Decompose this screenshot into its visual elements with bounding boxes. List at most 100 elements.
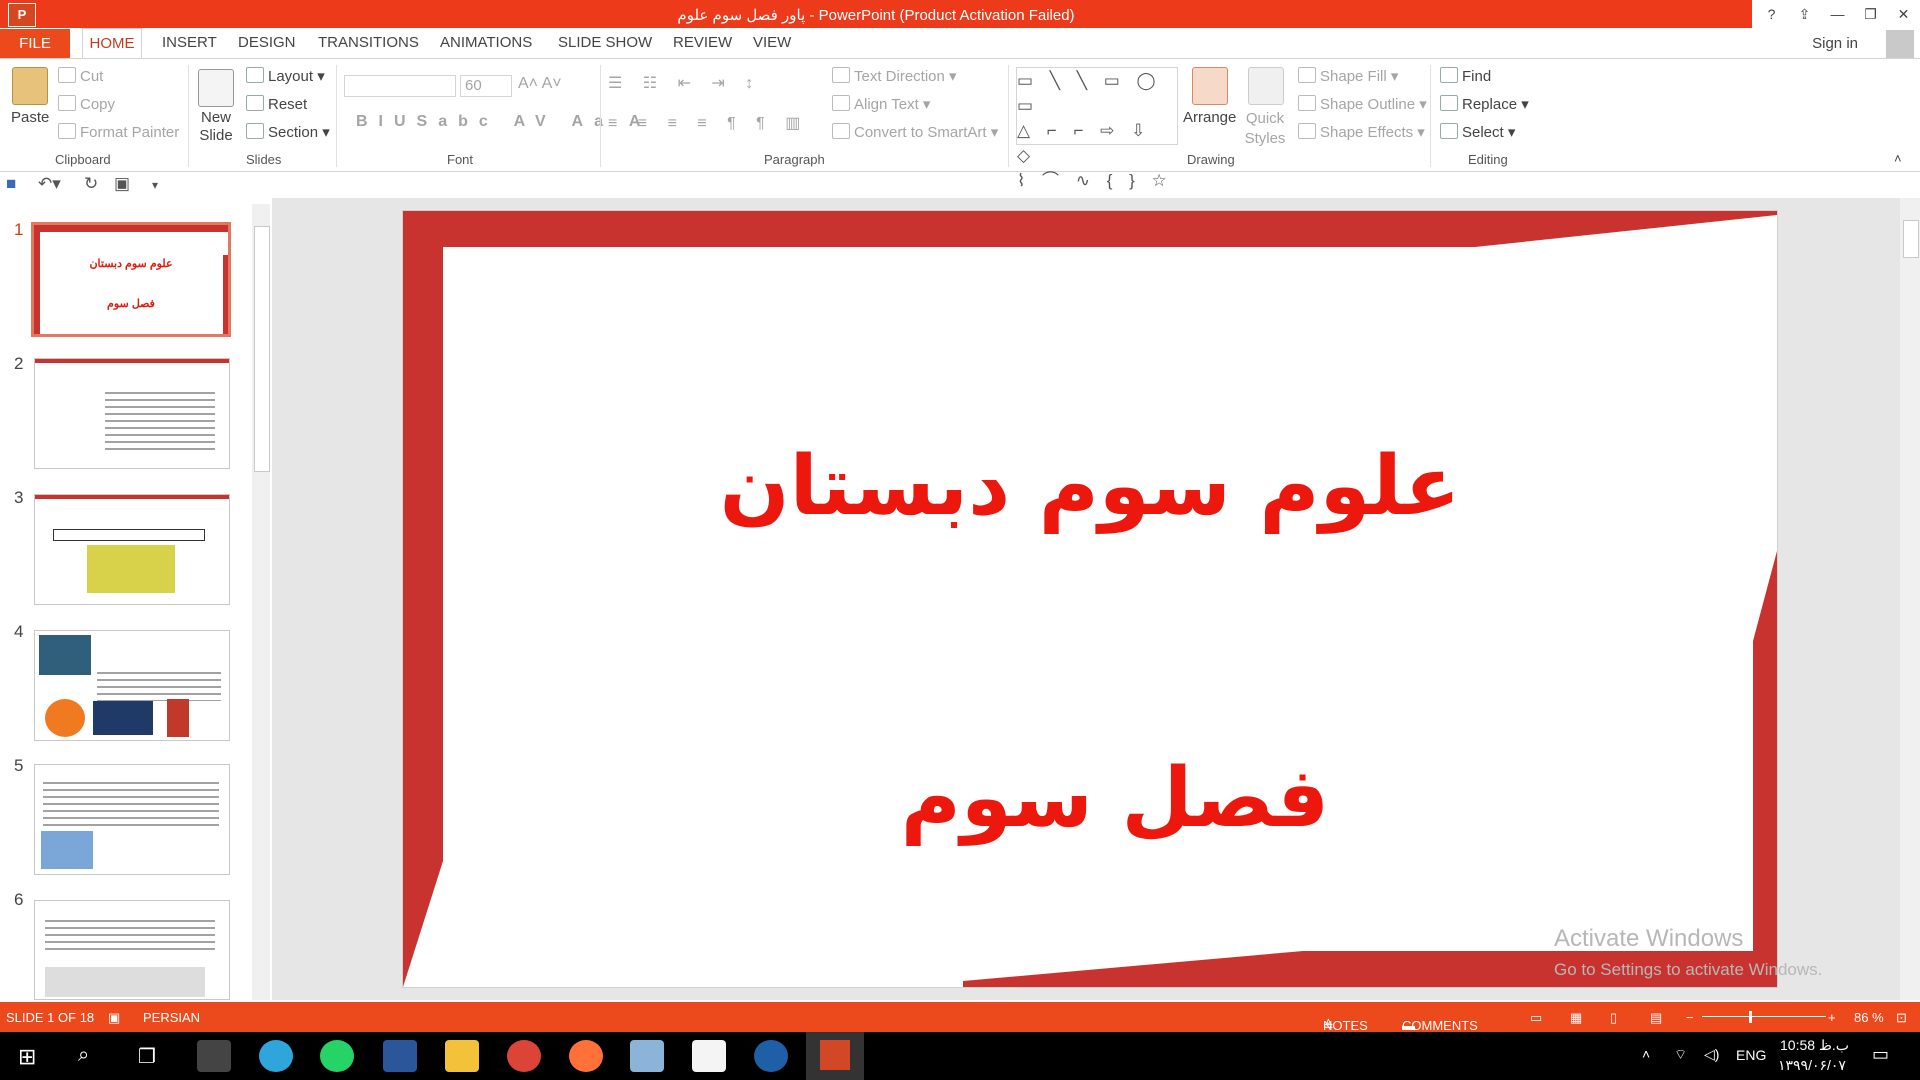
- new-slide-icon[interactable]: [198, 69, 234, 107]
- slide-title[interactable]: علوم سوم دبستان: [403, 439, 1777, 534]
- search-icon[interactable]: ⌕: [78, 1044, 89, 1067]
- slide-thumbnail-2[interactable]: [34, 358, 230, 469]
- vpn-icon[interactable]: [754, 1040, 788, 1072]
- ribbon-display-button[interactable]: ⇪: [1788, 0, 1821, 28]
- layout-label: Layout: [268, 68, 314, 85]
- section-button[interactable]: Section ▾: [246, 123, 330, 141]
- sign-in-link[interactable]: Sign in: [1812, 35, 1858, 52]
- close-button[interactable]: ✕: [1887, 0, 1920, 28]
- editor-scrollbar[interactable]: [1900, 198, 1920, 1000]
- thumb-frame: [34, 225, 228, 232]
- tab-home[interactable]: HOME: [82, 28, 142, 59]
- copy-button[interactable]: Copy: [58, 95, 115, 113]
- zoom-in-icon[interactable]: +: [1828, 1010, 1836, 1025]
- paste-button[interactable]: Paste: [11, 109, 49, 126]
- undo-icon[interactable]: ↶▾: [38, 174, 61, 194]
- tab-file[interactable]: FILE: [0, 29, 70, 58]
- slide-thumbnail-5[interactable]: [34, 764, 230, 875]
- slide-subtitle[interactable]: فصل سوم: [403, 751, 1777, 846]
- tab-insert[interactable]: INSERT: [162, 34, 217, 51]
- text-direction-button[interactable]: Text Direction ▾: [832, 67, 957, 85]
- shape-outline-button[interactable]: Shape Outline ▾: [1298, 95, 1427, 113]
- telegram-icon[interactable]: [259, 1040, 293, 1072]
- clock-time[interactable]: 10:58 ب.ظ: [1780, 1037, 1849, 1054]
- quick-styles-button[interactable]: Quick Styles: [1240, 109, 1290, 149]
- notification-icon[interactable]: ▭: [1872, 1044, 1889, 1065]
- tab-design[interactable]: DESIGN: [238, 34, 296, 51]
- word-icon[interactable]: [383, 1040, 417, 1072]
- font-name-combo[interactable]: [344, 75, 456, 97]
- customize-toolbar-icon[interactable]: ▾: [152, 178, 158, 192]
- zoom-slider-handle[interactable]: [1749, 1011, 1752, 1023]
- minimize-button[interactable]: —: [1821, 0, 1854, 28]
- scrollbar-thumb[interactable]: [1903, 220, 1919, 258]
- language-indicator[interactable]: PERSIAN: [143, 1010, 200, 1025]
- list-icons[interactable]: ☰ ☷ ⇤ ⇥ ↕: [608, 73, 761, 93]
- slide-thumbnail-6[interactable]: [34, 900, 230, 1000]
- tab-view[interactable]: VIEW: [753, 34, 791, 51]
- slide-thumbnail-4[interactable]: [34, 630, 230, 741]
- shape-fill-button[interactable]: Shape Fill ▾: [1298, 67, 1398, 85]
- windows-start-icon[interactable]: ⊞: [18, 1044, 36, 1070]
- shape-effects-button[interactable]: Shape Effects ▾: [1298, 123, 1425, 141]
- notepad-icon[interactable]: [692, 1040, 726, 1072]
- quick-styles-icon[interactable]: [1248, 67, 1284, 105]
- cut-button[interactable]: Cut: [58, 67, 103, 85]
- wifi-icon[interactable]: ⌔: [1674, 1046, 1687, 1064]
- zoom-level[interactable]: 86 %: [1854, 1010, 1884, 1025]
- collapse-ribbon-icon[interactable]: ˄: [1894, 151, 1902, 166]
- tab-review[interactable]: REVIEW: [673, 34, 732, 51]
- find-button[interactable]: Find: [1440, 67, 1491, 85]
- start-slideshow-icon[interactable]: ▣: [114, 174, 130, 194]
- zoom-out-icon[interactable]: −: [1686, 1010, 1694, 1025]
- arrange-button[interactable]: Arrange: [1183, 109, 1236, 126]
- new-slide-button[interactable]: New Slide: [198, 109, 234, 145]
- tab-slide-show[interactable]: SLIDE SHOW: [558, 34, 652, 51]
- save-icon[interactable]: ■: [6, 174, 16, 194]
- proofing-icon[interactable]: ▣: [108, 1010, 120, 1026]
- slideshow-view-icon[interactable]: ▤: [1650, 1010, 1662, 1026]
- restore-button[interactable]: ❐: [1854, 0, 1887, 28]
- convert-smartart-button[interactable]: Convert to SmartArt ▾: [832, 123, 998, 141]
- task-view-icon[interactable]: ❐: [138, 1044, 156, 1069]
- reset-button[interactable]: Reset: [246, 95, 307, 113]
- font-size-combo[interactable]: 60: [460, 75, 512, 97]
- thumbnail-scrollbar[interactable]: [252, 204, 270, 1000]
- reading-view-icon[interactable]: ▯: [1610, 1010, 1617, 1026]
- keyboard-language[interactable]: ENG: [1736, 1047, 1766, 1063]
- scrollbar-thumb[interactable]: [254, 226, 270, 472]
- calculator-icon[interactable]: [197, 1040, 231, 1072]
- align-text-button[interactable]: Align Text ▾: [832, 95, 930, 113]
- layout-button[interactable]: Layout ▾: [246, 67, 325, 85]
- tab-transitions[interactable]: TRANSITIONS: [318, 34, 419, 51]
- slide-canvas[interactable]: علوم سوم دبستان فصل سوم: [402, 210, 1778, 988]
- zoom-slider[interactable]: [1702, 1016, 1826, 1017]
- slide-thumbnail-3[interactable]: [34, 494, 230, 605]
- user-avatar[interactable]: [1886, 30, 1914, 58]
- normal-view-icon[interactable]: ▭: [1530, 1010, 1542, 1026]
- whatsapp-icon[interactable]: [320, 1040, 354, 1072]
- firefox-icon[interactable]: [569, 1040, 603, 1072]
- powerpoint-taskbar-button[interactable]: [806, 1032, 864, 1080]
- file-explorer-icon[interactable]: [445, 1040, 479, 1072]
- redo-icon[interactable]: ↻: [84, 174, 98, 194]
- tray-chevron-icon[interactable]: ˄: [1642, 1046, 1650, 1062]
- font-group-label: Font: [447, 152, 474, 167]
- slide-sorter-icon[interactable]: ▦: [1570, 1010, 1582, 1026]
- shapes-gallery[interactable]: ▭ ╲ ╲ ▭ ◯ ▭ △ ⌐ ⌐ ⇨ ⇩ ◇ ⌇ ⌒ ∿ { } ☆: [1016, 67, 1178, 190]
- help-button[interactable]: ?: [1755, 0, 1788, 28]
- paint-icon[interactable]: [630, 1040, 664, 1072]
- chrome-icon[interactable]: [507, 1040, 541, 1072]
- slide-thumbnail-1[interactable]: علوم سوم دبستان فصل سوم: [31, 222, 231, 337]
- volume-icon[interactable]: ◁): [1704, 1046, 1719, 1063]
- clock-date[interactable]: ۱۳۹۹/۰۶/۰۷: [1778, 1057, 1846, 1074]
- format-painter-button[interactable]: Format Painter: [58, 123, 179, 141]
- font-grow-icon[interactable]: A˄ A˅: [518, 75, 562, 93]
- arrange-icon[interactable]: [1192, 67, 1228, 105]
- tab-animations[interactable]: ANIMATIONS: [440, 34, 532, 51]
- paste-icon[interactable]: [12, 67, 48, 105]
- fit-slide-icon[interactable]: ⊡: [1896, 1010, 1907, 1026]
- replace-button[interactable]: Replace ▾: [1440, 95, 1529, 113]
- select-button[interactable]: Select ▾: [1440, 123, 1515, 141]
- alignment-icons[interactable]: ≡ ≡ ≡ ≡ ¶ ¶ ▥: [608, 113, 808, 133]
